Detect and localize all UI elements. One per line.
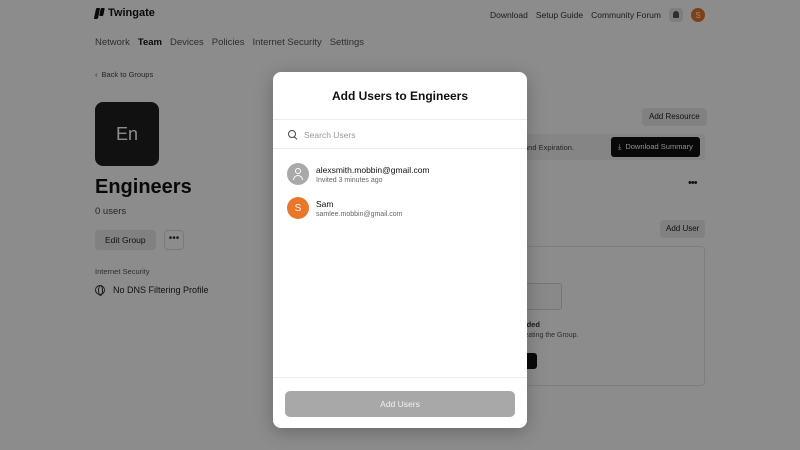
user-name: Sam (316, 198, 334, 209)
dialog-footer: Add Users (273, 377, 527, 428)
user-email: samlee.mobbin@gmail.com (316, 210, 403, 218)
add-users-button[interactable]: Add Users (285, 391, 515, 417)
search-bar (273, 119, 527, 149)
person-icon (287, 163, 309, 185)
search-icon (288, 130, 297, 139)
user-list-item[interactable]: S Sam samlee.mobbin@gmail.com (287, 195, 513, 221)
dialog-title: Add Users to Engineers (331, 89, 469, 103)
user-invite-status: Invited 3 minutes ago (316, 176, 383, 184)
user-email: alexsmith.mobbin@gmail.com (316, 164, 430, 175)
add-users-dialog: Add Users to Engineers alexsmith.mobbin@… (273, 72, 527, 428)
user-avatar: S (287, 197, 309, 219)
user-list-item[interactable]: alexsmith.mobbin@gmail.com Invited 3 min… (287, 161, 513, 187)
search-users-input[interactable] (304, 127, 514, 142)
